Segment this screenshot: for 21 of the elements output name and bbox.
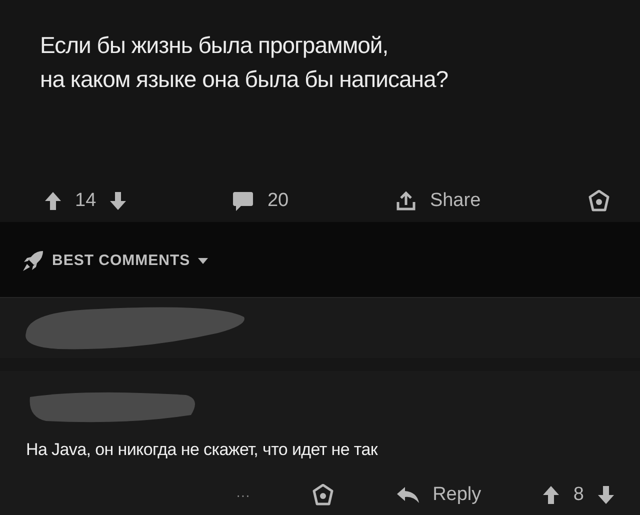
comment-icon[interactable] — [233, 192, 254, 210]
comment-count: 20 — [267, 190, 289, 212]
vote-count: 14 — [75, 190, 96, 212]
reply-button[interactable]: Reply — [432, 484, 482, 506]
share-icon[interactable] — [396, 191, 416, 211]
award-icon[interactable] — [588, 190, 610, 212]
reply-icon[interactable] — [396, 487, 419, 503]
more-button[interactable]: ··· — [236, 487, 250, 503]
post-title: Если бы жизнь была программой, — [40, 31, 390, 60]
downvote-icon[interactable] — [598, 486, 614, 504]
rocket-icon[interactable] — [22, 250, 44, 272]
post-title: на каком языке она была бы написана? — [40, 65, 450, 94]
upvote-icon[interactable] — [45, 192, 61, 210]
award-icon[interactable] — [312, 484, 334, 506]
downvote-icon[interactable] — [110, 192, 126, 210]
sort-dropdown[interactable]: BEST COMMENTS — [52, 252, 190, 269]
comment-text: На Java, он никогда не скажет, что идет не так — [26, 440, 379, 460]
caret-icon[interactable] — [198, 258, 208, 264]
vote-count: 8 — [573, 484, 584, 506]
share-button[interactable]: Share — [430, 190, 481, 212]
upvote-icon[interactable] — [543, 486, 560, 504]
